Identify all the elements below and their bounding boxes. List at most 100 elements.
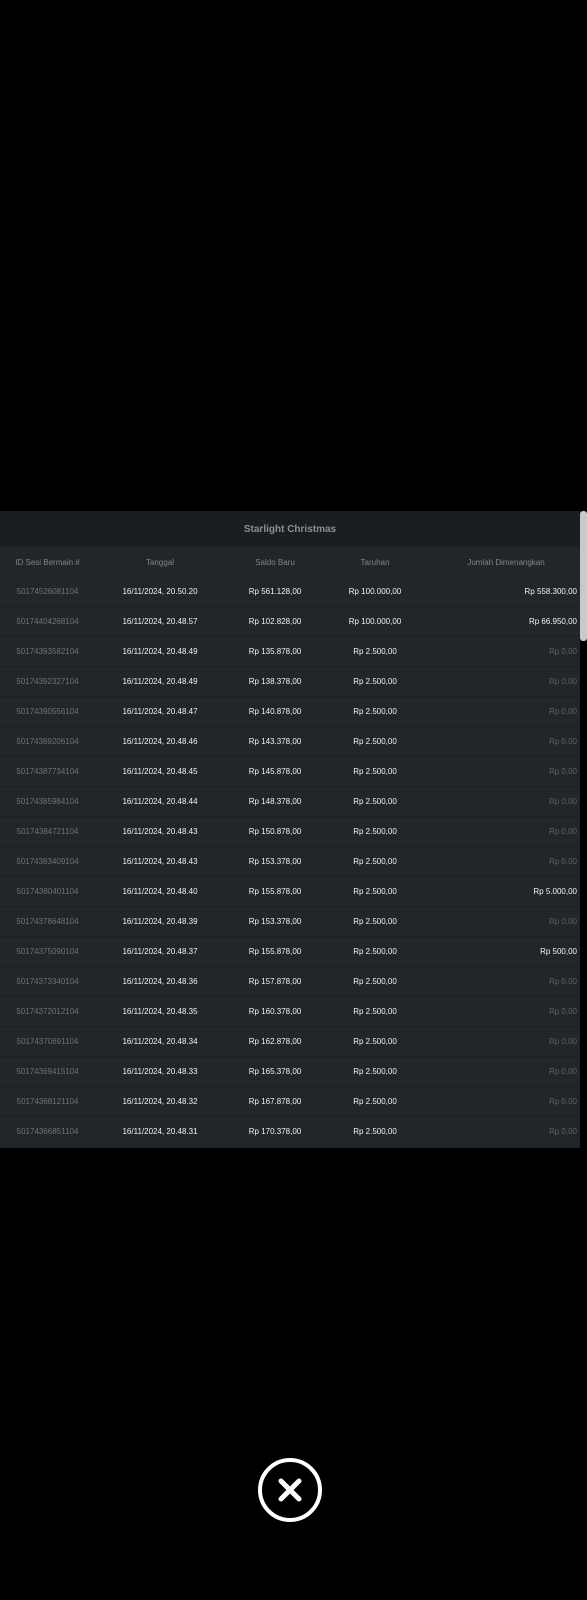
game-title: Starlight Christmas [0, 511, 580, 547]
new-balance: Rp 155.878,00 [248, 887, 302, 896]
session-id: 50174378648104 [16, 917, 79, 926]
date: 16/11/2024, 20.48.43 [122, 827, 198, 836]
date: 16/11/2024, 20.48.34 [122, 1037, 198, 1046]
table-row[interactable]: 50174383409104 16/11/2024, 20.48.43 Rp 153… [0, 847, 580, 877]
table-row[interactable]: 50174526081104 16/11/2024, 20.50.20 Rp 561… [0, 577, 580, 607]
new-balance: Rp 170.378,00 [248, 1127, 302, 1136]
scrollbar[interactable] [580, 511, 587, 641]
session-id: 50174368121104 [16, 1097, 79, 1106]
new-balance: Rp 157.878,00 [248, 977, 302, 986]
table-row[interactable]: 50174393582104 16/11/2024, 20.48.49 Rp 135… [0, 637, 580, 667]
session-id: 50174373340104 [16, 977, 79, 986]
date: 16/11/2024, 20.48.44 [122, 797, 198, 806]
bet-amount: Rp 2.500,00 [353, 737, 397, 746]
win-amount: Rp 0,00 [548, 707, 577, 716]
new-balance: Rp 153.378,00 [248, 857, 302, 866]
date: 16/11/2024, 20.48.47 [122, 707, 198, 716]
date: 16/11/2024, 20.48.39 [122, 917, 198, 926]
session-id: 50174370691104 [16, 1037, 79, 1046]
win-amount: Rp 500,00 [540, 947, 577, 956]
bet-amount: Rp 100.000,00 [348, 587, 402, 596]
table-row[interactable]: 50174392327104 16/11/2024, 20.48.49 Rp 138… [0, 667, 580, 697]
date: 16/11/2024, 20.48.31 [122, 1127, 198, 1136]
bet-amount: Rp 2.500,00 [353, 1067, 397, 1076]
close-button[interactable] [258, 1458, 322, 1522]
table-row[interactable]: 50174368121104 16/11/2024, 20.48.32 Rp 167… [0, 1087, 580, 1117]
win-amount: Rp 0,00 [548, 767, 577, 776]
col-header-balance: Saldo Baru [255, 557, 295, 567]
table-row[interactable]: 50174369415104 16/11/2024, 20.48.33 Rp 165… [0, 1057, 580, 1087]
table-row[interactable]: 50174389206104 16/11/2024, 20.48.46 Rp 143… [0, 727, 580, 757]
bet-amount: Rp 2.500,00 [353, 647, 397, 656]
bet-amount: Rp 2.500,00 [353, 677, 397, 686]
session-id: 50174369415104 [16, 1067, 79, 1076]
date: 16/11/2024, 20.48.40 [122, 887, 198, 896]
session-id: 50174384721104 [16, 827, 79, 836]
date: 16/11/2024, 20.48.36 [122, 977, 198, 986]
session-id: 50174392327104 [16, 677, 79, 686]
col-header-date: Tanggal [145, 557, 175, 567]
win-amount: Rp 0,00 [548, 857, 577, 866]
table-row[interactable]: 50174378648104 16/11/2024, 20.48.39 Rp 153… [0, 907, 580, 937]
bet-amount: Rp 2.500,00 [353, 857, 397, 866]
win-amount: Rp 558.300,00 [524, 587, 578, 596]
date: 16/11/2024, 20.48.43 [122, 857, 198, 866]
col-header-id: ID Sesi Bermain # [15, 557, 80, 567]
session-id: 50174366851104 [16, 1127, 79, 1136]
new-balance: Rp 148.378,00 [248, 797, 302, 806]
table-row[interactable]: 50174380401104 16/11/2024, 20.48.40 Rp 155… [0, 877, 580, 907]
win-amount: Rp 0,00 [548, 647, 577, 656]
new-balance: Rp 140.878,00 [248, 707, 302, 716]
win-amount: Rp 0,00 [548, 917, 577, 926]
table-row[interactable]: 50174384721104 16/11/2024, 20.48.43 Rp 150… [0, 817, 580, 847]
win-amount: Rp 66.950,00 [528, 617, 577, 626]
win-amount: Rp 0,00 [548, 1007, 577, 1016]
date: 16/11/2024, 20.48.37 [122, 947, 198, 956]
table-row[interactable]: 50174375090104 16/11/2024, 20.48.37 Rp 155… [0, 937, 580, 967]
table-row[interactable]: 50174385984104 16/11/2024, 20.48.44 Rp 148… [0, 787, 580, 817]
new-balance: Rp 160.378,00 [248, 1007, 302, 1016]
date: 16/11/2024, 20.48.35 [122, 1007, 198, 1016]
session-id: 50174390556104 [16, 707, 79, 716]
table-row[interactable]: 50174390556104 16/11/2024, 20.48.47 Rp 140… [0, 697, 580, 727]
date: 16/11/2024, 20.48.32 [122, 1097, 198, 1106]
bet-amount: Rp 2.500,00 [353, 1127, 397, 1136]
new-balance: Rp 138.378,00 [248, 677, 302, 686]
bet-amount: Rp 2.500,00 [353, 887, 397, 896]
table-row[interactable]: 50174387734104 16/11/2024, 20.48.45 Rp 145… [0, 757, 580, 787]
win-amount: Rp 0,00 [548, 827, 577, 836]
date: 16/11/2024, 20.48.57 [122, 617, 198, 626]
session-id: 50174380401104 [16, 887, 79, 896]
win-amount: Rp 5.000,00 [533, 887, 577, 896]
new-balance: Rp 150.878,00 [248, 827, 302, 836]
bet-amount: Rp 2.500,00 [353, 707, 397, 716]
win-amount: Rp 0,00 [548, 1037, 577, 1046]
bet-amount: Rp 2.500,00 [353, 827, 397, 836]
new-balance: Rp 145.878,00 [248, 767, 302, 776]
date: 16/11/2024, 20.48.45 [122, 767, 198, 776]
new-balance: Rp 167.878,00 [248, 1097, 302, 1106]
bet-amount: Rp 2.500,00 [353, 797, 397, 806]
new-balance: Rp 561.128,00 [248, 587, 302, 596]
new-balance: Rp 165.378,00 [248, 1067, 302, 1076]
session-id: 50174385984104 [16, 797, 79, 806]
table-row[interactable]: 50174370691104 16/11/2024, 20.48.34 Rp 162… [0, 1027, 580, 1057]
bet-amount: Rp 2.500,00 [353, 947, 397, 956]
win-amount: Rp 0,00 [548, 1097, 577, 1106]
date: 16/11/2024, 20.48.33 [122, 1067, 198, 1076]
table-header: ID Sesi Bermain # Tanggal Saldo Baru Tar… [0, 547, 580, 577]
session-id: 50174387734104 [16, 767, 79, 776]
col-header-win: Jumlah Dimenangkan [467, 557, 545, 567]
win-amount: Rp 0,00 [548, 737, 577, 746]
new-balance: Rp 135.878,00 [248, 647, 302, 656]
table-row[interactable]: 50174404268104 16/11/2024, 20.48.57 Rp 102… [0, 607, 580, 637]
win-amount: Rp 0,00 [548, 1067, 577, 1076]
col-header-bet: Taruhan [360, 557, 390, 567]
table-row[interactable]: 50174373340104 16/11/2024, 20.48.36 Rp 157… [0, 967, 580, 997]
new-balance: Rp 162.878,00 [248, 1037, 302, 1046]
session-id: 50174526081104 [16, 587, 79, 596]
win-amount: Rp 0,00 [548, 677, 577, 686]
session-id: 50174404268104 [16, 617, 79, 626]
table-row[interactable]: 50174372012104 16/11/2024, 20.48.35 Rp 160… [0, 997, 580, 1027]
table-row[interactable]: 50174366851104 16/11/2024, 20.48.31 Rp 170… [0, 1117, 580, 1147]
